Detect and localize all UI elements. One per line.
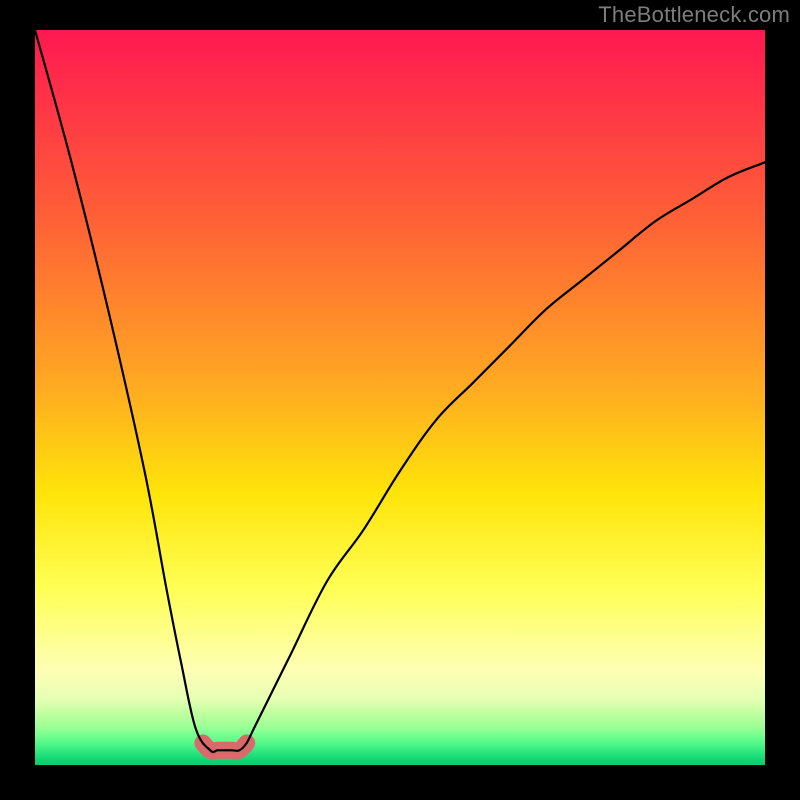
curve-layer [35, 30, 765, 765]
plot-area [35, 30, 765, 765]
bottleneck-curve [35, 30, 765, 752]
watermark-text: TheBottleneck.com [598, 2, 790, 28]
chart-frame: TheBottleneck.com [0, 0, 800, 800]
